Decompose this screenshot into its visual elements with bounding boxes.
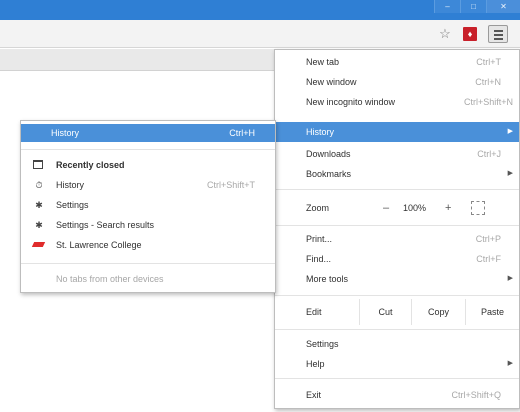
menu-item-label: Downloads	[306, 149, 351, 159]
menu-item-label: New window	[306, 77, 357, 87]
menu-separator	[275, 225, 519, 226]
chevron-right-icon: ▶	[507, 360, 513, 367]
menu-row-zoom: Zoom – 100% +	[275, 195, 519, 221]
menu-item-label: History	[51, 128, 80, 138]
menu-item-print[interactable]: Print... Ctrl+P	[275, 229, 519, 249]
window-titlebar: – □ ✕	[0, 0, 520, 20]
menu-item-shortcut: Ctrl+P	[475, 234, 501, 244]
settings-gear-icon: ✱	[35, 220, 43, 230]
menu-item-find[interactable]: Find... Ctrl+F	[275, 249, 519, 269]
zoom-level: 100%	[403, 203, 427, 213]
menu-item-new-window[interactable]: New window Ctrl+N	[275, 72, 519, 92]
menu-item-label: New tab	[306, 57, 340, 67]
menu-item-more-tools[interactable]: More tools ▶	[275, 269, 519, 289]
menu-item-new-tab[interactable]: New tab Ctrl+T	[275, 52, 519, 72]
menu-item-new-incognito-window[interactable]: New incognito window Ctrl+Shift+N	[275, 92, 519, 112]
recently-closed-header[interactable]: Recently closed	[21, 155, 275, 175]
menu-item-downloads[interactable]: Downloads Ctrl+J	[275, 144, 519, 164]
menu-item-label: Exit	[306, 390, 322, 400]
recently-closed-label: Recently closed	[56, 160, 125, 170]
menu-row-edit: Edit Cut Copy Paste	[275, 299, 519, 325]
history-clock-icon: ⏱	[35, 180, 43, 190]
fullscreen-icon[interactable]	[471, 201, 485, 215]
menu-item-shortcut: Ctrl+Shift+Q	[451, 390, 501, 400]
browser-toolbar: ☆ ♦	[0, 20, 520, 48]
star-icon[interactable]: ☆	[438, 27, 452, 41]
menu-item-shortcut: Ctrl+T	[476, 57, 501, 67]
window-icon	[33, 160, 43, 169]
chrome-main-menu: New tab Ctrl+T New window Ctrl+N New inc…	[274, 49, 520, 409]
chrome-menu-button[interactable]	[488, 25, 508, 43]
recent-item-settings-search-results[interactable]: ✱ Settings - Search results	[21, 215, 275, 235]
menu-separator	[21, 263, 275, 264]
menu-item-label: Print...	[306, 234, 333, 244]
menu-icon	[494, 30, 503, 32]
edit-label: Edit	[306, 307, 322, 317]
settings-gear-icon: ✱	[35, 200, 43, 210]
menu-separator	[21, 149, 275, 150]
menu-item-bookmarks[interactable]: Bookmarks ▶	[275, 164, 519, 184]
submenu-item-history[interactable]: History Ctrl+H	[21, 124, 275, 142]
recent-item-st-lawrence-college[interactable]: St. Lawrence College	[21, 235, 275, 255]
pdf-icon[interactable]: ♦	[463, 27, 477, 41]
menu-item-shortcut: Ctrl+Shift+N	[463, 97, 513, 107]
zoom-out-button[interactable]: –	[383, 195, 389, 221]
close-window-button[interactable]: ✕	[486, 0, 520, 13]
menu-item-shortcut: Ctrl+J	[477, 149, 501, 159]
menu-item-label: Bookmarks	[306, 169, 352, 179]
chevron-right-icon: ▶	[507, 275, 513, 282]
menu-item-shortcut: Ctrl+Shift+T	[206, 180, 255, 190]
minimize-button[interactable]: –	[434, 0, 460, 13]
recent-item-settings[interactable]: ✱ Settings	[21, 195, 275, 215]
maximize-button[interactable]: □	[460, 0, 486, 13]
menu-item-label: New incognito window	[306, 97, 396, 107]
menu-item-settings[interactable]: Settings	[275, 334, 519, 354]
zoom-label: Zoom	[306, 203, 330, 213]
menu-item-exit[interactable]: Exit Ctrl+Shift+Q	[275, 385, 519, 405]
no-other-devices-text: No tabs from other devices	[21, 269, 275, 289]
recent-item-label: History	[56, 180, 85, 190]
paste-button[interactable]: Paste	[465, 299, 519, 325]
menu-item-label: History	[306, 127, 335, 137]
no-tabs-label: No tabs from other devices	[56, 274, 164, 284]
caption-buttons: – □ ✕	[434, 0, 520, 14]
st-lawrence-favicon-icon	[31, 242, 46, 247]
menu-separator	[275, 189, 519, 190]
zoom-in-button[interactable]: +	[445, 195, 451, 221]
menu-separator	[275, 378, 519, 379]
menu-item-history[interactable]: History ▶	[275, 122, 519, 142]
cut-button[interactable]: Cut	[359, 299, 411, 325]
menu-separator	[275, 295, 519, 296]
menu-item-label: Help	[306, 359, 325, 369]
menu-item-help[interactable]: Help ▶	[275, 354, 519, 374]
menu-separator	[275, 329, 519, 330]
chevron-right-icon: ▶	[507, 128, 513, 135]
menu-item-label: Settings	[306, 339, 339, 349]
menu-item-shortcut: Ctrl+F	[476, 254, 501, 264]
history-submenu: History Ctrl+H Recently closed ⏱ History…	[20, 120, 276, 293]
recent-item-label: Settings - Search results	[56, 220, 155, 230]
recent-item-label: St. Lawrence College	[56, 240, 142, 250]
chevron-right-icon: ▶	[507, 170, 513, 177]
recent-item-history[interactable]: ⏱ History Ctrl+Shift+T	[21, 175, 275, 195]
menu-item-shortcut: Ctrl+H	[229, 128, 255, 138]
menu-item-shortcut: Ctrl+N	[475, 77, 501, 87]
recent-item-label: Settings	[56, 200, 89, 210]
copy-button[interactable]: Copy	[411, 299, 465, 325]
menu-item-label: Find...	[306, 254, 332, 264]
menu-item-label: More tools	[306, 274, 349, 284]
